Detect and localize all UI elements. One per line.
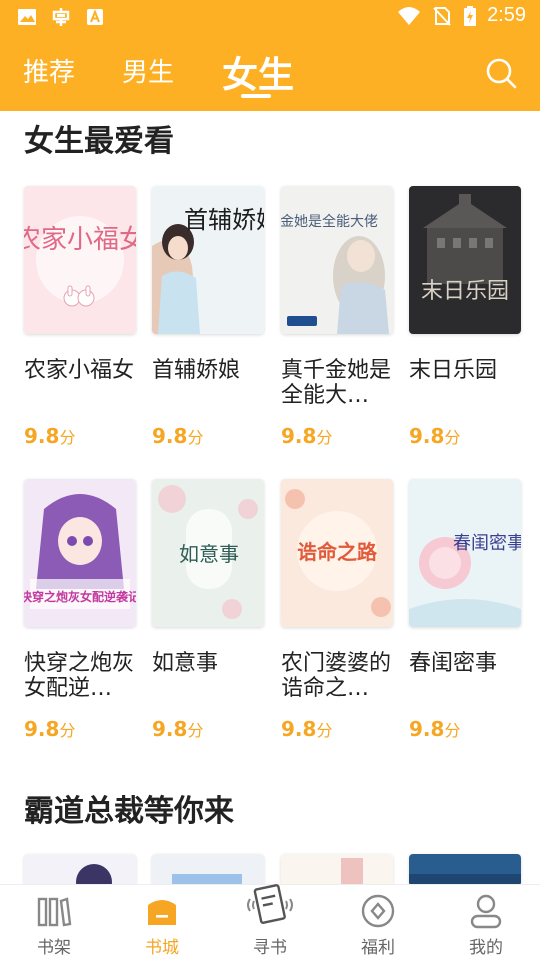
book-score: 9.8分 <box>409 717 461 741</box>
nav-label: 福利 <box>361 938 395 958</box>
book-cover[interactable]: 如意事 <box>152 479 264 627</box>
book-card[interactable]: 末日乐园 末日乐园 9.8分 <box>409 186 521 448</box>
book-card[interactable]: 诰命之路 农门婆婆的诰命之… 9.8分 <box>281 479 393 741</box>
book-score: 9.8分 <box>281 424 333 448</box>
active-tab-indicator <box>241 94 271 98</box>
nav-find-book[interactable]: 寻书 <box>216 884 324 960</box>
svg-text:末日乐园: 末日乐园 <box>421 279 509 304</box>
wifi-icon <box>398 6 421 25</box>
svg-text:首辅娇娘: 首辅娇娘 <box>184 206 264 234</box>
app-page: 2:59 推荐 男生 女生 女生最爱看 农家小福女 农家小福女 9.8分 首辅娇… <box>0 0 540 960</box>
gallery-icon <box>18 9 36 25</box>
book-cover[interactable] <box>409 854 521 886</box>
book-title: 农家小福女 <box>24 358 135 383</box>
book-card[interactable]: 农家小福女 农家小福女 9.8分 <box>24 186 136 448</box>
bug-icon <box>52 8 70 26</box>
book-score: 9.8分 <box>24 424 76 448</box>
tab-female[interactable]: 女生 <box>222 46 294 98</box>
book-card[interactable]: 首辅娇娘 首辅娇娘 9.8分 <box>152 186 264 448</box>
book-cover[interactable]: 真千金她是全能大佬 <box>281 186 393 334</box>
category-tabs: 推荐 男生 女生 <box>0 42 540 102</box>
book-cover[interactable] <box>24 854 136 886</box>
top-header: 2:59 推荐 男生 女生 <box>0 0 540 111</box>
status-bar: 2:59 <box>0 0 540 36</box>
clock: 2:59 <box>487 4 526 26</box>
book-cover[interactable]: 末日乐园 <box>409 186 521 334</box>
no-sim-icon <box>433 6 451 26</box>
book-card[interactable]: 如意事 如意事 9.8分 <box>152 479 264 741</box>
bookstore-icon <box>148 900 176 925</box>
nav-label: 寻书 <box>253 938 287 958</box>
svg-text:如意事: 如意事 <box>179 542 239 566</box>
search-icon[interactable] <box>484 56 518 90</box>
nav-bookshelf[interactable]: 书架 <box>0 885 108 960</box>
bookshelf-icon <box>37 897 72 927</box>
svg-text:真千金她是全能大佬: 真千金她是全能大佬 <box>281 213 378 230</box>
battery-charging-icon <box>464 5 477 26</box>
bottom-nav: 书架 书城 寻书 福利 我的 <box>0 884 540 960</box>
book-title: 如意事 <box>152 651 219 676</box>
svg-text:快穿之炮灰女配逆袭记: 快穿之炮灰女配逆袭记 <box>24 589 136 604</box>
nav-bookstore[interactable]: 书城 <box>108 885 216 960</box>
book-score: 9.8分 <box>152 717 204 741</box>
section-title: 霸道总裁等你来 <box>24 794 234 829</box>
profile-icon <box>470 894 502 929</box>
book-card[interactable]: 春闺密事 春闺密事 9.8分 <box>409 479 521 741</box>
book-title: 首辅娇娘 <box>152 358 241 383</box>
book-cover[interactable]: 诰命之路 <box>281 479 393 627</box>
book-cover[interactable]: 春闺密事 <box>409 479 521 627</box>
nav-label: 书架 <box>37 938 71 958</box>
nav-welfare[interactable]: 福利 <box>324 885 432 960</box>
welfare-icon <box>361 894 395 928</box>
app-notification-icon <box>87 9 103 25</box>
book-score: 9.8分 <box>281 717 333 741</box>
nav-label: 书城 <box>145 938 179 958</box>
nav-label: 我的 <box>469 938 503 958</box>
tab-recommend[interactable]: 推荐 <box>23 52 75 89</box>
book-cover[interactable]: 快穿之炮灰女配逆袭记 <box>24 479 136 627</box>
book-title: 春闺密事 <box>409 651 498 676</box>
svg-text:诰命之路: 诰命之路 <box>297 540 378 564</box>
book-title: 农门婆婆的诰命之… <box>281 651 392 701</box>
svg-text:春闺密事: 春闺密事 <box>453 533 521 554</box>
book-card[interactable]: 快穿之炮灰女配逆袭记 快穿之炮灰女配逆… 9.8分 <box>24 479 136 741</box>
book-cover[interactable]: 首辅娇娘 <box>152 186 264 334</box>
section-title: 女生最爱看 <box>24 124 174 159</box>
book-title: 快穿之炮灰女配逆… <box>24 651 135 701</box>
book-card[interactable]: 真千金她是全能大佬 真千金她是全能大… 9.8分 <box>281 186 393 448</box>
book-score: 9.8分 <box>409 424 461 448</box>
nav-profile[interactable]: 我的 <box>432 885 540 960</box>
tab-male[interactable]: 男生 <box>122 52 174 89</box>
find-book-icon <box>247 884 293 924</box>
book-score: 9.8分 <box>24 717 76 741</box>
svg-text:农家小福女: 农家小福女 <box>24 225 136 255</box>
book-title: 真千金她是全能大… <box>281 358 392 408</box>
book-cover[interactable]: 农家小福女 <box>24 186 136 334</box>
book-score: 9.8分 <box>152 424 204 448</box>
book-title: 末日乐园 <box>409 358 498 383</box>
